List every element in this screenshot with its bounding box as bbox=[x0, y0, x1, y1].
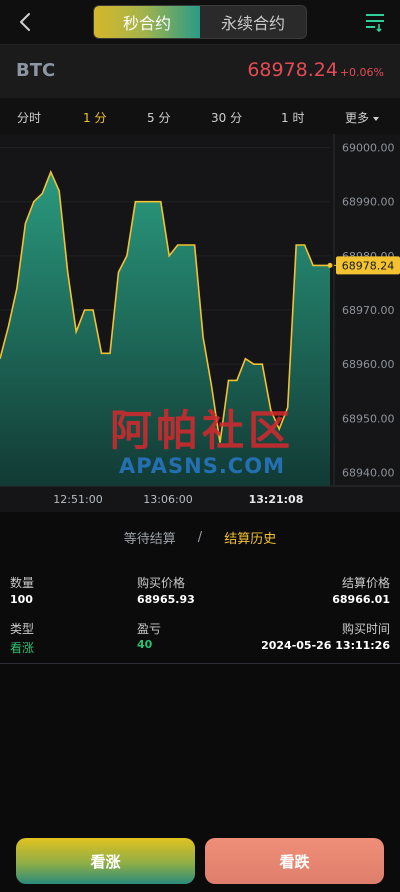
chart-canvas: 69000.0068990.0068980.0068970.0068960.00… bbox=[0, 134, 400, 506]
price-chart[interactable]: 69000.00 68990.00 68980.00 68970.00 68960.00… bbox=[0, 134, 400, 512]
y-tick-label: 68970.00 bbox=[342, 304, 395, 317]
back-icon[interactable] bbox=[12, 8, 40, 36]
buy-down-button[interactable]: 看跌 bbox=[205, 838, 384, 884]
current-price-dot bbox=[327, 262, 333, 268]
x-tick-label: 13:06:00 bbox=[143, 493, 192, 506]
type-value: 看涨 bbox=[10, 641, 35, 655]
settle-price-label: 结算价格 bbox=[341, 576, 390, 590]
buy-time-value: 2024-05-26 13:11:26 bbox=[261, 639, 390, 652]
period-5min[interactable]: 5 分 bbox=[147, 109, 170, 126]
y-tick-label: 68960.00 bbox=[342, 358, 395, 371]
period-more-label: 更多 bbox=[345, 111, 370, 125]
top-bar: 秒合约 永续合约 bbox=[0, 0, 400, 44]
filter-menu-icon[interactable] bbox=[364, 10, 386, 34]
x-tick-label: 13:21:08 bbox=[249, 493, 304, 506]
tab-perpetual-contract[interactable]: 永续合约 bbox=[200, 6, 306, 38]
pnl-label: 盈亏 bbox=[137, 622, 162, 636]
period-1hour[interactable]: 1 时 bbox=[281, 109, 304, 126]
buy-up-button[interactable]: 看涨 bbox=[16, 838, 195, 884]
period-timeshare[interactable]: 分时 bbox=[17, 109, 41, 126]
buy-price-value: 68965.93 bbox=[137, 593, 195, 606]
y-tick-label: 68950.00 bbox=[342, 412, 395, 425]
qty-label: 数量 bbox=[10, 576, 35, 590]
price-change-percent: +0.06% bbox=[339, 66, 384, 79]
tab-pending-settlement[interactable]: 等待结算 bbox=[124, 528, 176, 547]
current-price-tag-label: 68978.24 bbox=[342, 259, 395, 272]
current-price: 68978.24 bbox=[247, 59, 338, 81]
settlement-record: 数量 100 购买价格 68965.93 结算价格 68966.01 类型 看涨… bbox=[0, 570, 400, 664]
qty-value: 100 bbox=[10, 593, 33, 606]
pnl-value: 40 bbox=[137, 638, 153, 651]
buy-time-label: 购买时间 bbox=[341, 622, 390, 636]
contract-tabs: 秒合约 永续合约 bbox=[93, 5, 307, 39]
y-tick-label: 68990.00 bbox=[342, 196, 395, 209]
price-area bbox=[0, 171, 330, 486]
tab-separator: / bbox=[197, 529, 203, 545]
period-30min[interactable]: 30 分 bbox=[211, 109, 242, 126]
symbol-name: BTC bbox=[16, 60, 56, 81]
tab-settlement-history[interactable]: 结算历史 bbox=[224, 528, 276, 547]
x-tick-label: 12:51:00 bbox=[53, 493, 102, 506]
y-tick-label: 68940.00 bbox=[342, 466, 395, 479]
chevron-down-icon bbox=[373, 116, 380, 121]
period-selector: 分时 1 分 5 分 30 分 1 时 更多 bbox=[0, 98, 400, 134]
tab-second-contract[interactable]: 秒合约 bbox=[94, 6, 200, 38]
ticker-row: BTC 68978.24 +0.06% bbox=[0, 44, 400, 98]
period-1min[interactable]: 1 分 bbox=[83, 109, 106, 126]
settle-price-value: 68966.01 bbox=[332, 593, 390, 606]
buy-price-label: 购买价格 bbox=[137, 576, 186, 590]
settlement-tabs: 等待结算 / 结算历史 bbox=[0, 512, 400, 562]
period-more[interactable]: 更多 bbox=[345, 109, 380, 126]
type-label: 类型 bbox=[10, 622, 35, 636]
y-tick-label: 69000.00 bbox=[342, 142, 395, 155]
